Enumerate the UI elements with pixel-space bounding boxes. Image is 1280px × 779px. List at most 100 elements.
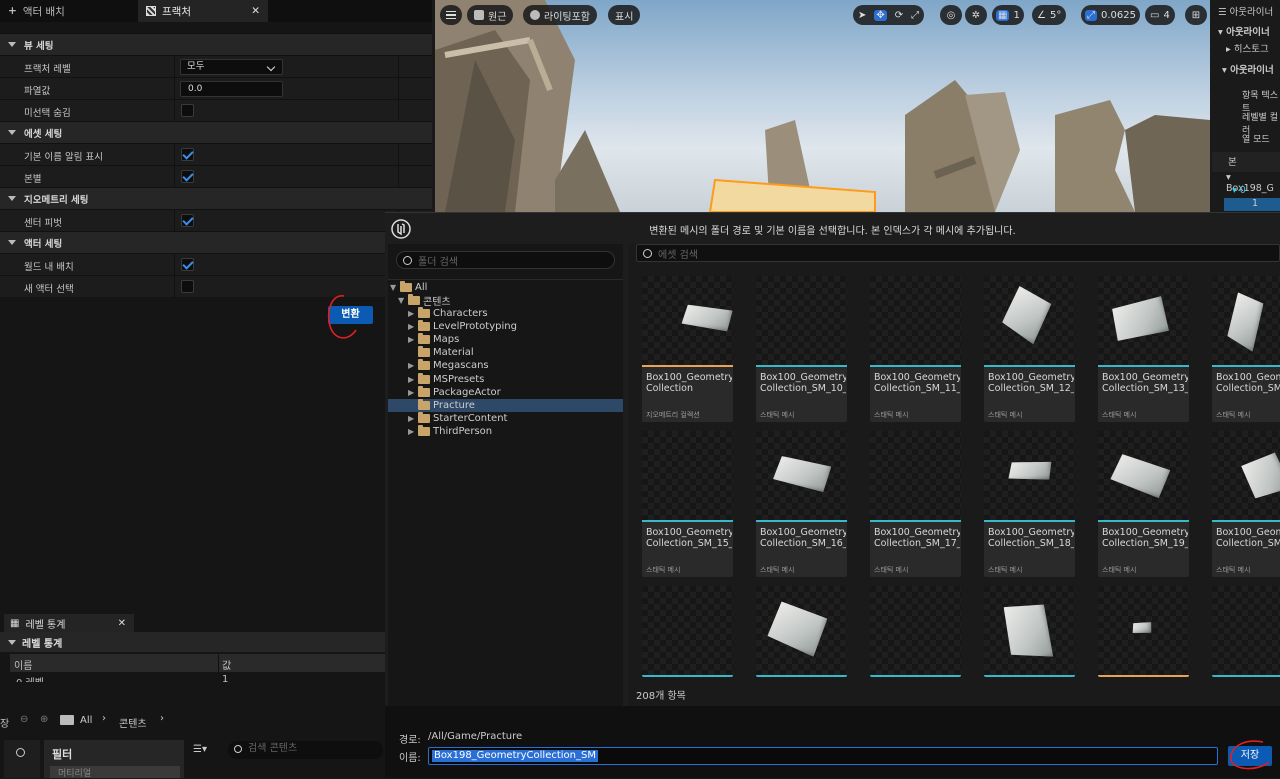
close-tab-icon[interactable]: ✕ bbox=[118, 618, 126, 629]
select-tool-icon[interactable]: ➤ bbox=[858, 10, 866, 21]
crumb-all[interactable]: All bbox=[80, 715, 92, 726]
hide-unselected-checkbox[interactable] bbox=[181, 104, 194, 117]
asset-tile[interactable] bbox=[756, 586, 847, 677]
tree-row[interactable]: Practure bbox=[388, 398, 623, 412]
asset-tile[interactable]: Box100_Geometry Collection_SM_19_ 스태틱 메시 bbox=[1098, 431, 1189, 577]
collapse-arrow-icon[interactable]: ▶ bbox=[408, 388, 418, 397]
world-local-button[interactable]: ◎ bbox=[940, 5, 962, 25]
asset-tile[interactable]: Box100_Geometry Collection 지오메트리 컬렉션 bbox=[642, 276, 733, 422]
folder-icon bbox=[418, 307, 430, 318]
asset-tile[interactable]: Box100_Geometry Collection_SM_11_ 스태틱 메시 bbox=[870, 276, 961, 422]
material-filter[interactable]: 머티리얼 bbox=[50, 766, 180, 779]
tree-row[interactable]: ▶ LevelPrototyping bbox=[388, 320, 623, 333]
select-new-actor-checkbox[interactable] bbox=[181, 280, 194, 293]
collapse-arrow-icon[interactable]: ▶ bbox=[408, 414, 418, 423]
move-tool-icon[interactable]: ✥ bbox=[874, 9, 887, 21]
tree-row[interactable]: ▶ StarterContent bbox=[388, 411, 623, 425]
outliner-icon: ☰ bbox=[1218, 7, 1227, 18]
history-item[interactable]: ▸ 히스토그 bbox=[1226, 41, 1269, 55]
asset-search-input[interactable]: 에셋 검색 bbox=[636, 244, 1280, 262]
asset-tile[interactable]: Box100_Geometry Collection_SM_ 스태틱 메시 bbox=[1212, 431, 1280, 577]
expand-arrow-icon[interactable]: ▼ bbox=[390, 283, 400, 292]
tree-row[interactable]: ▶ Megascans bbox=[388, 359, 623, 372]
path-label: 경로: bbox=[399, 735, 421, 746]
maximize-viewport-button[interactable]: ⊞ bbox=[1185, 5, 1207, 25]
collapse-arrow-icon[interactable]: ▶ bbox=[408, 427, 418, 436]
tree-row[interactable]: ▶ ThirdPerson bbox=[388, 424, 623, 438]
default-name-notify-checkbox[interactable] bbox=[181, 148, 194, 161]
center-pivot-checkbox[interactable] bbox=[181, 214, 194, 227]
tab-actor-place[interactable]: + 액터 배치 bbox=[0, 0, 138, 22]
tree-row[interactable]: ▶ Maps bbox=[388, 333, 623, 346]
level-viewport[interactable]: 원근 라이팅포함 표시 ➤ ✥ ⟳ ⤢ ◎ ✲ ▦ 1 ∠ 5° ⤢ 0.0625 ▭… bbox=[435, 0, 1210, 212]
folder-search-input[interactable]: 폴더 검색 bbox=[396, 251, 615, 269]
asset-tile[interactable]: Box100_Geometry Collection_SM_18_ 스태틱 메시 bbox=[984, 431, 1075, 577]
asset-tile[interactable] bbox=[870, 586, 961, 677]
tree-row-label: 콘텐츠 bbox=[423, 297, 451, 308]
tree-row[interactable]: ▶ PackageActor bbox=[388, 385, 623, 399]
explode-value-field[interactable]: 0.0 bbox=[180, 81, 283, 97]
section-view-settings[interactable]: 뷰 세팅 bbox=[0, 33, 432, 55]
outliner-tab[interactable]: ☰ 아웃라이너 bbox=[1218, 4, 1273, 18]
angle-snap-button[interactable]: ∠ 5° bbox=[1032, 5, 1067, 25]
tree-row[interactable]: ▶ MSPresets bbox=[388, 372, 623, 386]
search-toggle-button[interactable] bbox=[4, 740, 40, 778]
section-geometry-settings[interactable]: 지오메트리 세팅 bbox=[0, 187, 432, 209]
viewport-menu-button[interactable] bbox=[440, 5, 462, 25]
column-mode-option[interactable]: 열 모드 bbox=[1242, 132, 1270, 145]
asset-tile[interactable]: Box100_Geometry Collection_SM_16_ 스태틱 메시 bbox=[756, 431, 847, 577]
search-icon bbox=[403, 255, 412, 265]
asset-tile[interactable]: Box100_Geometry Collection_SM_17_ 스태틱 메시 bbox=[870, 431, 961, 577]
asset-tile[interactable]: Box100_Geometry Collection_SM_15_ 스태틱 메시 bbox=[642, 431, 733, 577]
outliner-section[interactable]: ▾ 아웃라이너 bbox=[1222, 62, 1274, 76]
level-stats-tab[interactable]: ▦ 레벨 통계 ✕ bbox=[4, 614, 134, 632]
asset-type: 스태틱 메시 bbox=[1102, 411, 1137, 419]
lighting-button[interactable]: 라이팅포함 bbox=[523, 5, 597, 25]
asset-tile[interactable] bbox=[642, 586, 733, 677]
collapse-arrow-icon[interactable]: ▶ bbox=[408, 335, 418, 344]
level-stats-section[interactable]: 레벨 통계 bbox=[0, 632, 385, 652]
surface-snap-button[interactable]: ✲ bbox=[965, 5, 987, 25]
perspective-button[interactable]: 원근 bbox=[467, 5, 514, 25]
forward-arrow-icon[interactable]: ⊕ bbox=[40, 714, 48, 725]
section-actor-settings[interactable]: 액터 세팅 bbox=[0, 231, 432, 253]
back-arrow-icon[interactable]: ⊖ bbox=[20, 714, 28, 725]
section-asset-settings[interactable]: 에셋 세팅 bbox=[0, 121, 432, 143]
scale-tool-icon[interactable]: ⤢ bbox=[911, 10, 919, 21]
fracture-level-dropdown[interactable]: 모두 bbox=[180, 59, 283, 75]
bone-row-1[interactable]: 1 bbox=[1224, 198, 1280, 211]
bone-row-0[interactable]: ▾ 0 bbox=[1232, 185, 1246, 196]
asset-tile[interactable]: Box100_Geometry Collection_SM_10_ 스태틱 메시 bbox=[756, 276, 847, 422]
asset-tile[interactable]: Box100_Geometry Collection_SM_12_ 스태틱 메시 bbox=[984, 276, 1075, 422]
asset-type-bar bbox=[1098, 520, 1189, 522]
tree-row[interactable]: ▶ Characters bbox=[388, 307, 623, 320]
camera-speed-button[interactable]: ▭ 4 bbox=[1145, 5, 1175, 25]
grid-snap-button[interactable]: ▦ 1 bbox=[992, 5, 1024, 25]
rotate-tool-icon[interactable]: ⟳ bbox=[895, 10, 903, 21]
asset-tile[interactable] bbox=[984, 586, 1075, 677]
expand-arrow-icon[interactable]: ▼ bbox=[398, 296, 408, 305]
skeleton-checkbox[interactable] bbox=[181, 170, 194, 183]
collapse-arrow-icon[interactable]: ▶ bbox=[408, 322, 418, 331]
col-name-header[interactable]: 이름 bbox=[14, 657, 32, 672]
show-button[interactable]: 표시 bbox=[608, 5, 641, 25]
col-value-header[interactable]: 값 bbox=[222, 657, 231, 672]
prop-label: 미선택 숨김 bbox=[24, 108, 71, 119]
asset-tile[interactable]: Box100_Geometry Collection_SM_ 스태틱 메시 bbox=[1212, 276, 1280, 422]
place-in-world-checkbox[interactable] bbox=[181, 258, 194, 271]
tree-row[interactable]: Material bbox=[388, 346, 623, 359]
collapse-arrow-icon[interactable]: ▶ bbox=[408, 361, 418, 370]
asset-tile[interactable]: Box100_Geometry Collection_SM_13_ 스태틱 메시 bbox=[1098, 276, 1189, 422]
asset-tile[interactable] bbox=[1212, 586, 1280, 677]
close-tab-icon[interactable]: ✕ bbox=[251, 5, 260, 17]
content-search-input[interactable]: 검색 콘텐츠 bbox=[228, 741, 383, 759]
name-input[interactable]: Box198_GeometryCollection_SM bbox=[428, 747, 1218, 765]
collapse-arrow-icon[interactable]: ▶ bbox=[408, 309, 418, 318]
filter-menu-icon[interactable]: ☰▾ bbox=[193, 744, 207, 755]
tab-fracture[interactable]: 프랙처 ✕ bbox=[138, 0, 268, 22]
asset-tile[interactable] bbox=[1098, 586, 1189, 677]
collapse-arrow-icon[interactable]: ▶ bbox=[408, 375, 418, 384]
tree-row[interactable]: ▼ 콘텐츠 bbox=[388, 294, 623, 308]
scale-snap-button[interactable]: ⤢ 0.0625 bbox=[1081, 5, 1140, 25]
crumb-content[interactable]: 콘텐츠 bbox=[119, 715, 147, 730]
